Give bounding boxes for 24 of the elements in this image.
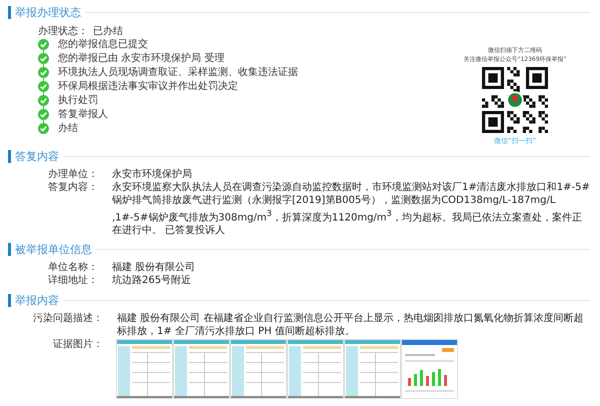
section-title: 举报内容 xyxy=(15,292,59,308)
step-text: 办结 xyxy=(58,122,78,135)
field-value: 福建 股份有限公司 xyxy=(112,261,196,274)
field-label: 证据图片： xyxy=(52,338,103,352)
section-title: 答复内容 xyxy=(15,148,59,164)
section-title: 举报办理状态 xyxy=(15,4,81,20)
field-label: 办理单位： xyxy=(47,168,98,181)
field-value: 永安环境监察大队执法人员在调查污染源自动监控数据时，市环境监测站对该厂1#清洁废水排放口和1#-5#锅炉排气筒排放废气进行监测（永测报字[2019]第B005号），监测数据为COD138mg/L-187mg/L ,1#-5#锅炉废气排放为308mg/m$^{3}$，折算深度为1120mg/m$^{3}$，均为超标。我局已依法立案查处，案件正在进行中。 已答复投诉人 xyxy=(112,181,590,238)
status-value: 已办结 xyxy=(93,24,123,38)
step-text: 执行处罚 xyxy=(58,94,98,107)
step-text: 答复举报人 xyxy=(58,108,108,121)
field-value: 福建 股份有限公司 在福建省企业自行监测信息公开平台上显示，热电烟囱排放口氮氧化物折算浓度间断超标排放，1# 全厂清污水排放口 PH 值间断超标排放。 xyxy=(117,312,584,338)
step-text: 您的举报已由 永安市环境保护局 受理 xyxy=(58,52,224,65)
step-text: 环境执法人员现场调查取证、采样监测、收集违法证据 xyxy=(58,66,298,79)
step-text: 环保局根据违法事实审议并作出处罚决定 xyxy=(58,80,238,93)
field-value: 坑边路265号附近 xyxy=(112,274,192,288)
step-text: 您的举报信息已提交 xyxy=(58,38,148,51)
field-label: 答复内容： xyxy=(47,181,98,195)
section-title: 被举报单位信息 xyxy=(15,242,92,257)
status-label: 办理状态： xyxy=(38,24,89,38)
field-label: 单位名称： xyxy=(47,261,98,274)
field-label: 详细地址： xyxy=(47,274,98,288)
field-label: 污染问题描述： xyxy=(32,312,103,326)
field-value: 永安市环境保护局 xyxy=(112,168,193,181)
